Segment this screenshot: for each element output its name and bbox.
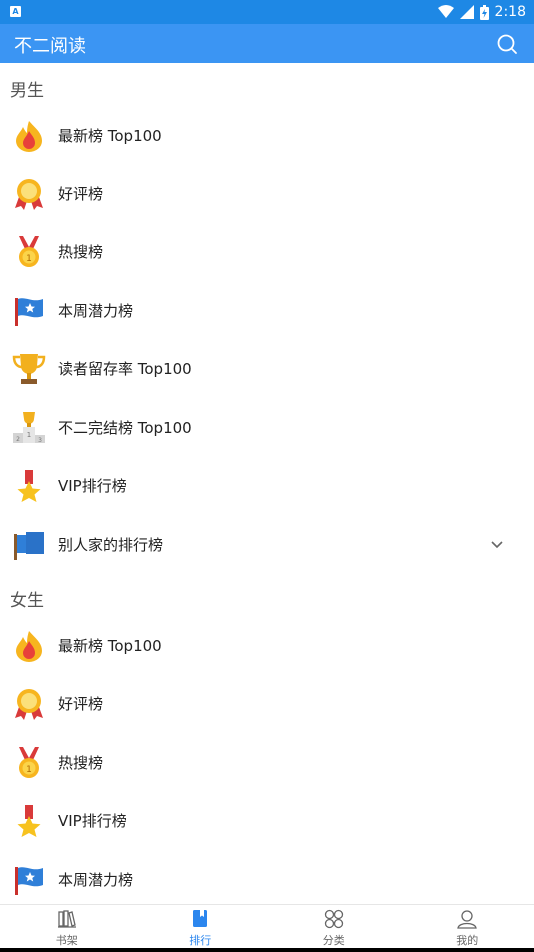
list-item[interactable]: 最新榜 Top100 xyxy=(0,107,534,165)
list-item[interactable]: 1 热搜榜 xyxy=(0,223,534,281)
battery-icon xyxy=(479,4,489,20)
list-item[interactable]: 好评榜 xyxy=(0,675,534,733)
bottom-navigation: 书架 排行 分类 我的 xyxy=(0,904,534,949)
bookshelf-icon xyxy=(57,910,76,928)
star-medal-icon xyxy=(17,470,41,502)
list-item-label: 最新榜 Top100 xyxy=(58,637,162,655)
list-item[interactable]: 最新榜 Top100 xyxy=(0,617,534,675)
medal-badge-icon xyxy=(15,689,43,720)
tab-label: 书架 xyxy=(55,934,78,947)
category-icon xyxy=(324,909,343,929)
list-item-label: 本周潜力榜 xyxy=(58,871,134,889)
list-item-label: 好评榜 xyxy=(58,185,104,203)
flag-icon xyxy=(15,298,43,326)
fire-icon xyxy=(16,631,42,662)
fire-icon xyxy=(16,121,42,152)
list-item-label: 最新榜 Top100 xyxy=(58,127,162,145)
app-bar: 不二阅读 xyxy=(0,24,534,63)
medal-badge-icon xyxy=(15,179,43,210)
list-item-label: 本周潜力榜 xyxy=(58,302,134,320)
tab-ranking[interactable]: 排行 xyxy=(134,905,268,949)
list-item[interactable]: VIP排行榜 xyxy=(0,457,534,515)
status-bar: A 2:18 xyxy=(0,0,534,24)
list-item[interactable]: 本周潜力榜 xyxy=(0,282,534,340)
tab-category[interactable]: 分类 xyxy=(267,905,401,949)
flags-icon xyxy=(14,532,44,560)
book-icon xyxy=(193,910,208,927)
profile-icon xyxy=(457,910,478,929)
clock: 2:18 xyxy=(494,4,526,20)
list-item-label: 别人家的排行榜 xyxy=(58,536,164,554)
list-item-label: VIP排行榜 xyxy=(58,477,127,495)
podium-icon: 1 2 3 xyxy=(13,412,45,444)
list-item-label: 读者留存率 Top100 xyxy=(58,360,192,378)
gold-medal-icon: 1 xyxy=(19,236,39,267)
list-item-label: 好评榜 xyxy=(58,695,104,713)
tab-profile[interactable]: 我的 xyxy=(401,905,534,949)
trophy-icon xyxy=(12,354,46,384)
list-item-expandable[interactable]: 别人家的排行榜 xyxy=(0,516,534,574)
gold-medal-icon: 1 xyxy=(19,747,39,778)
tab-label: 我的 xyxy=(456,934,479,947)
svg-text:3: 3 xyxy=(38,437,42,444)
list-item[interactable]: 本周潜力榜 xyxy=(0,851,534,904)
search-icon[interactable] xyxy=(496,33,518,55)
system-nav-bar xyxy=(0,948,534,952)
ranking-list[interactable]: 男生 最新榜 Top100 好评榜 1 热搜榜 本周潜力榜 读者留存率 Top1… xyxy=(0,63,534,904)
list-item-label: 不二完结榜 Top100 xyxy=(58,419,192,437)
app-notification-icon: A xyxy=(10,6,21,17)
tab-bookshelf[interactable]: 书架 xyxy=(0,905,134,949)
list-item[interactable]: 好评榜 xyxy=(0,165,534,223)
tab-label: 分类 xyxy=(322,934,345,947)
section-header-male: 男生 xyxy=(10,81,44,101)
svg-text:1: 1 xyxy=(26,765,32,775)
svg-text:2: 2 xyxy=(16,436,20,443)
list-item[interactable]: 1 2 3 不二完结榜 Top100 xyxy=(0,399,534,457)
list-item[interactable]: 读者留存率 Top100 xyxy=(0,340,534,398)
list-item[interactable]: 1 热搜榜 xyxy=(0,734,534,792)
flag-icon xyxy=(15,867,43,895)
list-item[interactable]: VIP排行榜 xyxy=(0,792,534,850)
section-header-female: 女生 xyxy=(10,591,44,611)
star-medal-icon xyxy=(17,805,41,837)
svg-text:1: 1 xyxy=(27,431,31,439)
chevron-down-icon[interactable] xyxy=(490,538,504,552)
signal-icon xyxy=(459,5,474,19)
list-item-label: VIP排行榜 xyxy=(58,812,127,830)
svg-text:1: 1 xyxy=(26,254,32,264)
list-item-label: 热搜榜 xyxy=(58,754,104,772)
tab-label: 排行 xyxy=(189,934,212,947)
list-item-label: 热搜榜 xyxy=(58,243,104,261)
wifi-icon xyxy=(437,5,454,18)
app-title: 不二阅读 xyxy=(14,36,86,57)
